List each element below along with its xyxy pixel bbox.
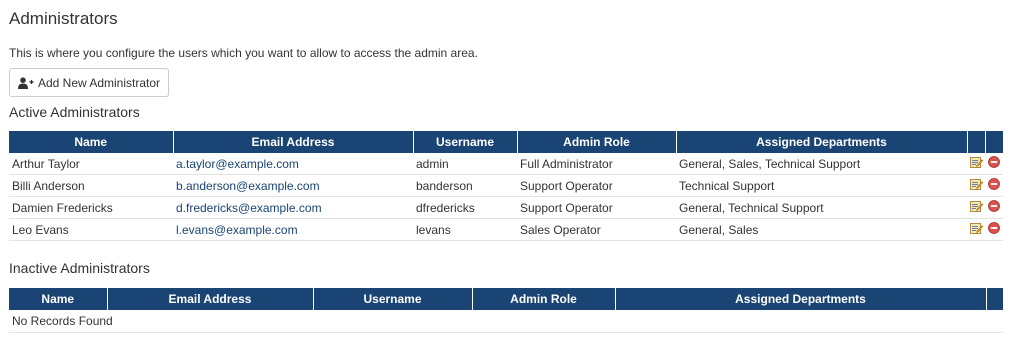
column-header-assigned-departments[interactable]: Assigned Departments: [675, 131, 967, 153]
column-header-admin-role[interactable]: Admin Role: [471, 288, 615, 310]
table-row: Damien Fredericks d.fredericks@example.co…: [9, 196, 1003, 219]
admin-departments: Technical Support: [676, 174, 967, 197]
admin-email-link[interactable]: a.taylor@example.com: [176, 157, 299, 171]
admin-username: admin: [413, 153, 517, 175]
inactive-administrators-title: Inactive Administrators: [9, 260, 150, 276]
delete-icon[interactable]: [988, 222, 1000, 237]
no-records-text: No Records Found: [9, 310, 1003, 333]
admin-email-cell: b.anderson@example.com: [173, 174, 413, 197]
admin-email-cell: d.fredericks@example.com: [173, 196, 413, 219]
admin-email-link[interactable]: d.fredericks@example.com: [176, 201, 322, 215]
table-header-row: Name Email Address Username Admin Role A…: [9, 288, 1003, 310]
table-row-empty: No Records Found: [9, 310, 1003, 333]
column-header-name[interactable]: Name: [9, 288, 107, 310]
column-header-admin-role[interactable]: Admin Role: [516, 131, 676, 153]
active-administrators-table: Name Email Address Username Admin Role A…: [9, 131, 1003, 241]
delete-cell: [985, 174, 1003, 197]
delete-cell: [985, 153, 1003, 175]
delete-icon[interactable]: [988, 178, 1000, 193]
delete-icon[interactable]: [988, 156, 1000, 171]
admin-role: Support Operator: [517, 196, 676, 219]
delete-cell: [985, 218, 1003, 241]
add-user-icon: [17, 76, 34, 89]
delete-cell: [985, 196, 1003, 219]
table-row: Arthur Taylor a.taylor@example.com admin Fu…: [9, 153, 1003, 175]
admin-email-cell: a.taylor@example.com: [173, 153, 413, 175]
edit-icon[interactable]: [969, 200, 983, 215]
inactive-administrators-table: Name Email Address Username Admin Role A…: [9, 288, 1003, 333]
table-row: Billi Anderson b.anderson@example.com band…: [9, 174, 1003, 197]
admin-name: Arthur Taylor: [9, 153, 173, 175]
column-header-edit: [966, 131, 985, 153]
column-header-username[interactable]: Username: [312, 288, 472, 310]
table-header-row: Name Email Address Username Admin Role A…: [9, 131, 1003, 153]
page-intro-text: This is where you configure the users wh…: [9, 46, 478, 60]
page-title: Administrators: [9, 9, 118, 28]
edit-cell: [967, 218, 985, 241]
admin-username: banderson: [413, 174, 517, 197]
column-header-email[interactable]: Email Address: [172, 131, 413, 153]
column-header-name[interactable]: Name: [9, 131, 173, 153]
active-administrators-title: Active Administrators: [9, 104, 140, 120]
add-new-administrator-button[interactable]: Add New Administrator: [9, 68, 169, 97]
column-header-username[interactable]: Username: [412, 131, 517, 153]
table-row: Leo Evans l.evans@example.com levans Sales …: [9, 218, 1003, 241]
admin-role: Support Operator: [517, 174, 676, 197]
admin-name: Damien Fredericks: [9, 196, 173, 219]
admin-role: Full Administrator: [517, 153, 676, 175]
edit-cell: [967, 174, 985, 197]
edit-cell: [967, 153, 985, 175]
admin-departments: General, Sales, Technical Support: [676, 153, 967, 175]
admin-email-link[interactable]: l.evans@example.com: [176, 223, 298, 237]
column-header-assigned-departments[interactable]: Assigned Departments: [614, 288, 986, 310]
edit-cell: [967, 196, 985, 219]
admin-email-link[interactable]: b.anderson@example.com: [176, 179, 320, 193]
admin-departments: General, Technical Support: [676, 196, 967, 219]
edit-icon[interactable]: [969, 222, 983, 237]
add-new-administrator-label: Add New Administrator: [37, 75, 161, 90]
edit-icon[interactable]: [969, 156, 983, 171]
admin-name: Leo Evans: [9, 218, 173, 241]
admin-role: Sales Operator: [517, 218, 676, 241]
column-header-actions: [985, 288, 1003, 310]
admin-username: dfredericks: [413, 196, 517, 219]
column-header-email[interactable]: Email Address: [106, 288, 313, 310]
admin-email-cell: l.evans@example.com: [173, 218, 413, 241]
admin-departments: General, Sales: [676, 218, 967, 241]
admin-username: levans: [413, 218, 517, 241]
delete-icon[interactable]: [988, 200, 1000, 215]
column-header-delete: [984, 131, 1003, 153]
edit-icon[interactable]: [969, 178, 983, 193]
admin-name: Billi Anderson: [9, 174, 173, 197]
